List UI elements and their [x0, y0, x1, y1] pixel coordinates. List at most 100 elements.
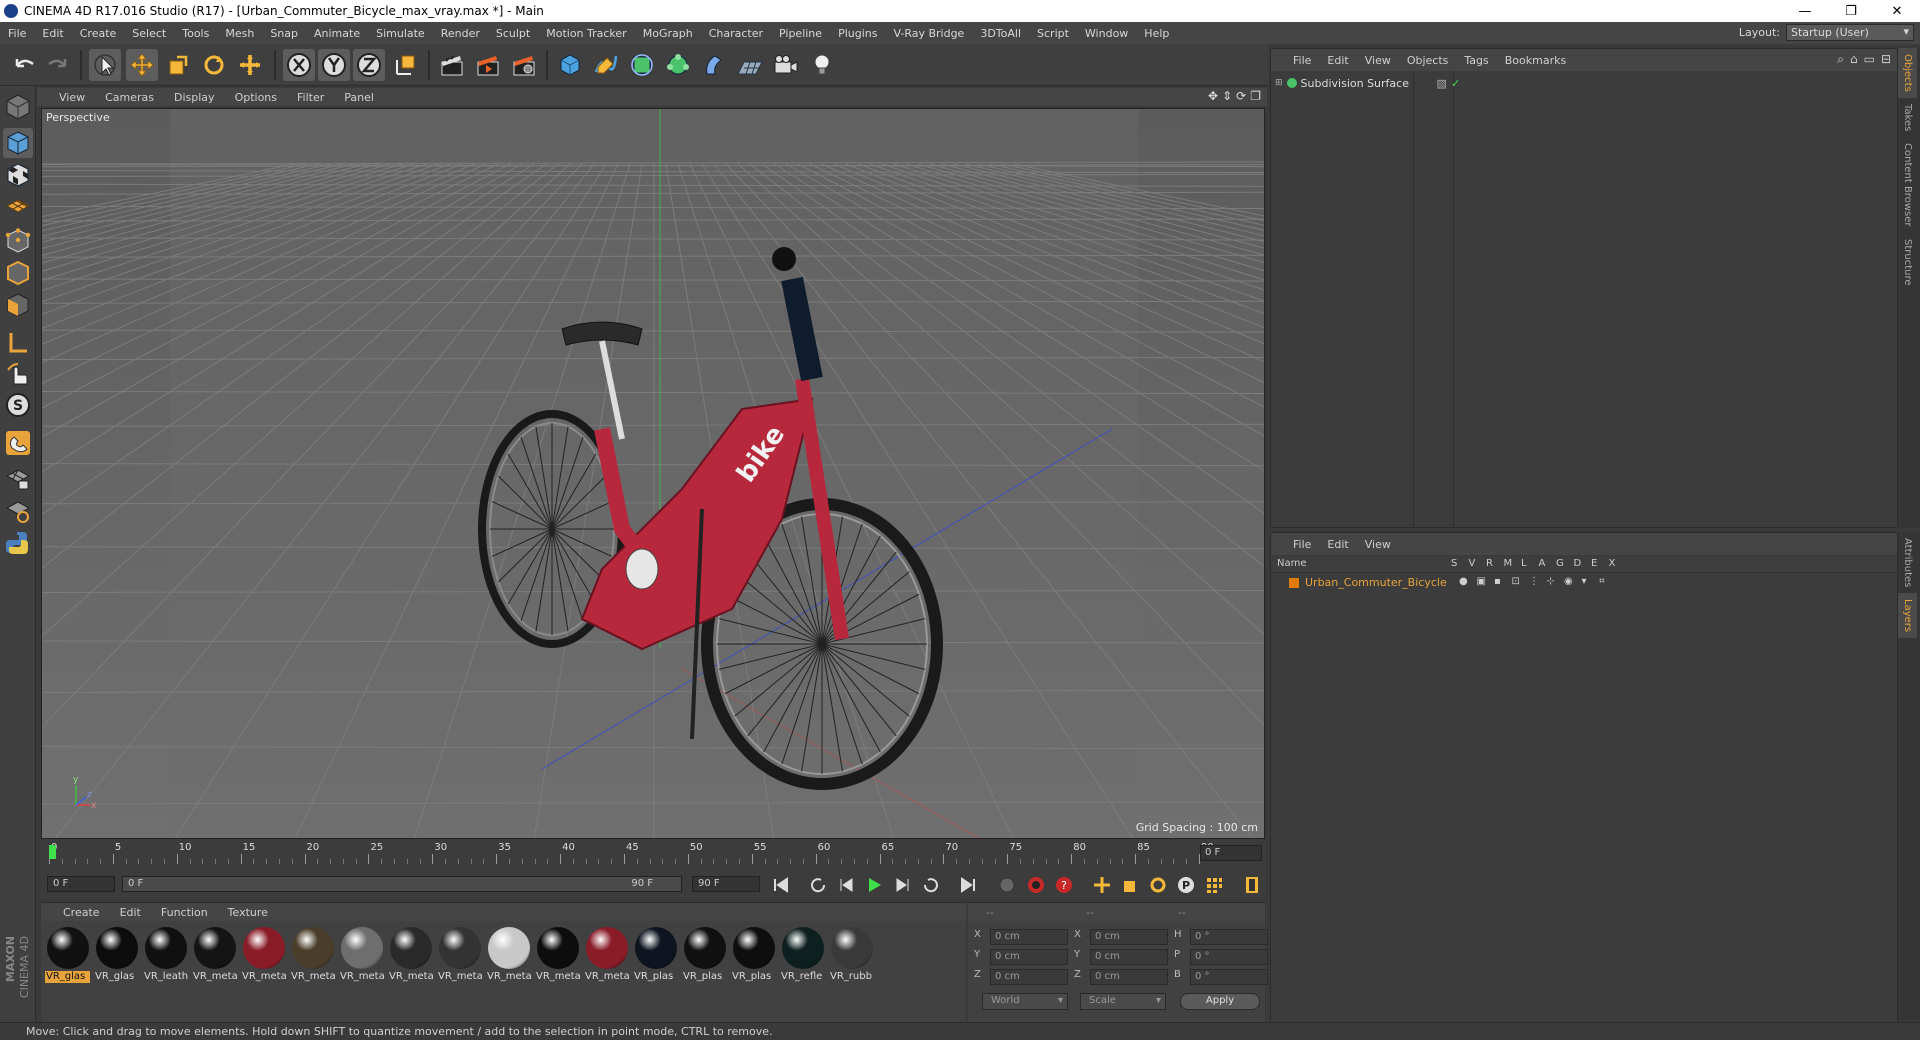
- menu-mesh[interactable]: Mesh: [217, 27, 262, 40]
- points-mode-button[interactable]: [3, 226, 33, 256]
- material-swatch[interactable]: VR_meta: [241, 927, 286, 983]
- material-swatch[interactable]: VR_meta: [584, 927, 629, 983]
- autokey-button[interactable]: ?: [1052, 873, 1076, 897]
- planar-workplane-button[interactable]: [3, 496, 33, 526]
- menu-motion-tracker[interactable]: Motion Tracker: [538, 27, 634, 40]
- layer-toggle-icon[interactable]: ⋮: [1529, 576, 1539, 587]
- current-frame-field[interactable]: 0 F: [1200, 845, 1262, 861]
- layer-column-g[interactable]: G: [1556, 558, 1564, 569]
- y-axis-lock-button[interactable]: [318, 49, 350, 81]
- material-swatch[interactable]: VR_plas: [731, 927, 776, 983]
- object-row[interactable]: ⊞ Subdivision Surface ▧ ✓: [1275, 75, 1895, 91]
- material-menu-create[interactable]: Create: [53, 906, 110, 919]
- material-swatch[interactable]: VR_glas: [45, 927, 90, 983]
- menu-animate[interactable]: Animate: [306, 27, 368, 40]
- play-button[interactable]: [862, 873, 886, 897]
- key-position-button[interactable]: [1090, 873, 1114, 897]
- layer-color-swatch[interactable]: [1289, 578, 1299, 588]
- side-tab-attributes[interactable]: Attributes: [1898, 532, 1917, 593]
- go-to-end-button[interactable]: [956, 873, 980, 897]
- record-button[interactable]: [1024, 873, 1048, 897]
- new-window-icon[interactable]: ▭: [1864, 52, 1875, 67]
- live-selection-button[interactable]: [89, 49, 121, 81]
- side-tab-objects[interactable]: Objects: [1898, 48, 1917, 98]
- material-swatch[interactable]: VR_meta: [486, 927, 531, 983]
- redo-button[interactable]: [42, 49, 74, 81]
- layer-toggle-icon[interactable]: ▣: [1477, 576, 1486, 587]
- layer-menu-edit[interactable]: Edit: [1319, 538, 1356, 551]
- material-swatch[interactable]: VR_meta: [535, 927, 580, 983]
- layer-column-name[interactable]: Name: [1277, 558, 1307, 569]
- menu-3dtoall[interactable]: 3DToAll: [972, 27, 1029, 40]
- menu-file[interactable]: File: [0, 27, 34, 40]
- key-rotation-button[interactable]: [1146, 873, 1170, 897]
- timeline-ruler[interactable]: 051015202530354045505560657075808590: [41, 840, 1265, 870]
- viewport-menu-view[interactable]: View: [49, 91, 95, 104]
- layer-column-a[interactable]: A: [1539, 558, 1546, 569]
- previous-frame-button[interactable]: [835, 873, 859, 897]
- key-scale-button[interactable]: [1118, 873, 1142, 897]
- layer-column-l[interactable]: L: [1521, 558, 1527, 569]
- edges-mode-button[interactable]: [3, 258, 33, 288]
- material-menu-texture[interactable]: Texture: [218, 906, 278, 919]
- layer-column-r[interactable]: R: [1486, 558, 1493, 569]
- object-menu-objects[interactable]: Objects: [1399, 54, 1457, 67]
- lock-panel-icon[interactable]: ⊟: [1881, 52, 1891, 67]
- material-menu-function[interactable]: Function: [151, 906, 218, 919]
- viewport-menu-options[interactable]: Options: [225, 91, 287, 104]
- texture-mode-button[interactable]: [3, 160, 33, 190]
- layer-toggle-icon[interactable]: ⌗: [1599, 576, 1605, 587]
- layer-row[interactable]: Urban_Commuter_Bicycle ● ▣ ▪ ⊡ ⋮ ⊹ ◉ ▾ ⌗: [1275, 575, 1895, 591]
- end-frame-field[interactable]: 90 F: [692, 876, 760, 892]
- menu-sculpt[interactable]: Sculpt: [488, 27, 538, 40]
- coordinate-value-field[interactable]: 0 cm: [1090, 929, 1168, 945]
- layer-column-x[interactable]: X: [1609, 558, 1616, 569]
- go-to-start-button[interactable]: [769, 873, 793, 897]
- apply-button[interactable]: Apply: [1180, 993, 1260, 1010]
- material-swatch[interactable]: VR_meta: [437, 927, 482, 983]
- coordinate-value-field[interactable]: 0 cm: [990, 949, 1068, 965]
- next-key-button[interactable]: [918, 873, 942, 897]
- timeline-window-button[interactable]: [1240, 873, 1264, 897]
- add-cube-button[interactable]: [554, 49, 586, 81]
- viewport-move-icon[interactable]: ✥: [1208, 89, 1218, 103]
- render-settings-button[interactable]: [508, 49, 540, 81]
- viewport-maximize-icon[interactable]: ❐: [1250, 89, 1261, 103]
- side-tab-takes[interactable]: Takes: [1898, 98, 1917, 137]
- viewport-rotate-icon[interactable]: ⟳: [1236, 89, 1246, 103]
- key-parameter-button[interactable]: P: [1174, 873, 1198, 897]
- layer-toggle-icon[interactable]: ▪: [1494, 576, 1501, 587]
- render-to-picture-viewer-button[interactable]: [472, 49, 504, 81]
- menu-v-ray-bridge[interactable]: V-Ray Bridge: [885, 27, 972, 40]
- perspective-viewport[interactable]: bike y x z Perspective Grid Spacing : 10…: [41, 108, 1265, 839]
- layer-toggle-icon[interactable]: ◉: [1564, 576, 1573, 587]
- workplane-mode-button[interactable]: [3, 190, 33, 220]
- object-menu-view[interactable]: View: [1357, 54, 1399, 67]
- add-floor-button[interactable]: [734, 49, 766, 81]
- minimize-button[interactable]: —: [1782, 0, 1828, 22]
- viewport-menu-panel[interactable]: Panel: [334, 91, 384, 104]
- scale-tool-button[interactable]: [162, 49, 194, 81]
- add-array-button[interactable]: [662, 49, 694, 81]
- layer-toggle-icon[interactable]: ▾: [1582, 576, 1587, 587]
- layer-toggle-icon[interactable]: ⊡: [1512, 576, 1520, 587]
- material-swatch[interactable]: VR_refle: [780, 927, 825, 983]
- layer-column-s[interactable]: S: [1451, 558, 1457, 569]
- coordinate-value-field[interactable]: 0 cm: [990, 969, 1068, 985]
- layer-menu-view[interactable]: View: [1357, 538, 1399, 551]
- menu-render[interactable]: Render: [433, 27, 488, 40]
- playhead-marker[interactable]: [49, 845, 56, 859]
- viewport-menu-filter[interactable]: Filter: [287, 91, 334, 104]
- key-pla-button[interactable]: [1202, 873, 1226, 897]
- menu-help[interactable]: Help: [1136, 27, 1177, 40]
- menu-snap[interactable]: Snap: [262, 27, 306, 40]
- visibility-editor-icon[interactable]: ▧: [1437, 77, 1447, 90]
- snapping-button[interactable]: [3, 428, 33, 458]
- viewport-menu-cameras[interactable]: Cameras: [95, 91, 164, 104]
- object-menu-bookmarks[interactable]: Bookmarks: [1497, 54, 1574, 67]
- add-light-button[interactable]: [806, 49, 838, 81]
- coordinate-value-field[interactable]: 0 cm: [1090, 969, 1168, 985]
- start-frame-field[interactable]: 0 F: [47, 876, 115, 892]
- size-mode-dropdown[interactable]: Scale ▾: [1080, 993, 1166, 1010]
- z-axis-lock-button[interactable]: [353, 49, 385, 81]
